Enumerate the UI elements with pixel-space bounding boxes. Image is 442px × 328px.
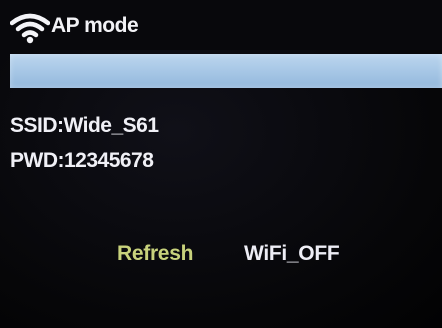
- title-bar: AP mode: [0, 0, 442, 50]
- wifi-off-button[interactable]: WiFi_OFF: [244, 242, 340, 266]
- page-title: AP mode: [51, 14, 139, 37]
- password-label: PWD:12345678: [10, 149, 154, 172]
- selection-highlight-bar: [10, 54, 442, 88]
- ssid-label: SSID:Wide_S61: [10, 114, 159, 137]
- refresh-button[interactable]: Refresh: [117, 242, 193, 266]
- device-screen: AP mode SSID:Wide_S61 PWD:12345678 Refre…: [0, 0, 442, 328]
- wifi-icon: [10, 13, 50, 44]
